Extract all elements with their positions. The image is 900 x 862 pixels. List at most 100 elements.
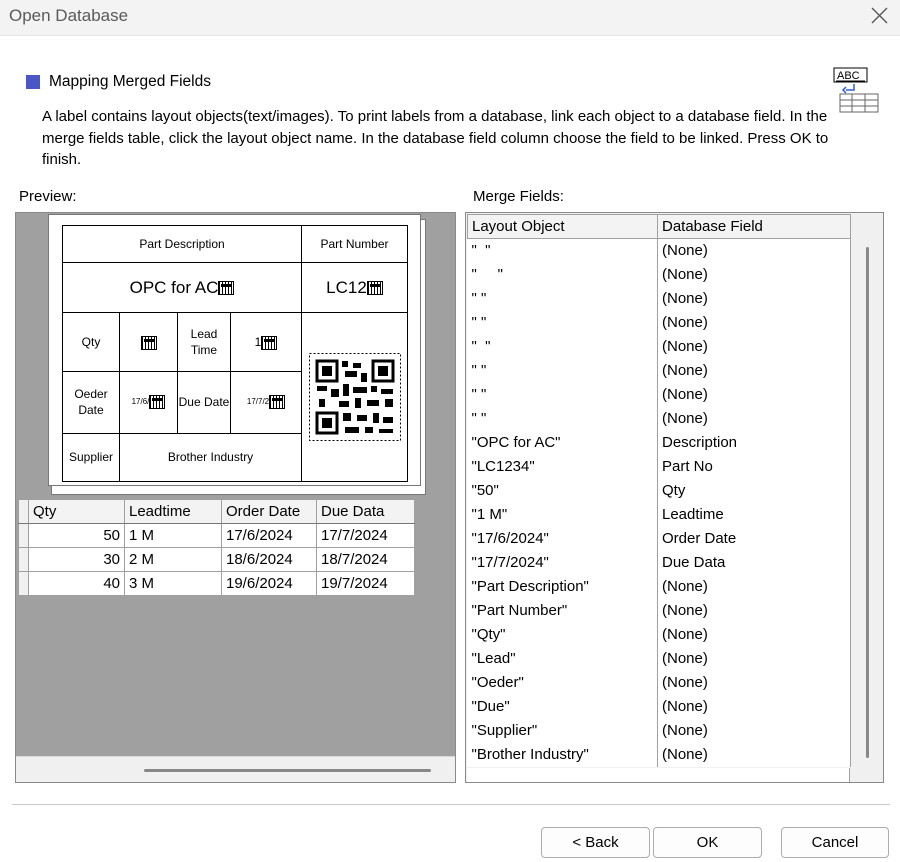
- close-icon[interactable]: [864, 2, 894, 32]
- grid-cell[interactable]: 30: [28, 547, 125, 572]
- database-field-cell[interactable]: (None): [657, 334, 851, 359]
- merge-field-row[interactable]: "Part Number" (None): [467, 598, 851, 623]
- ok-button[interactable]: OK: [653, 827, 762, 858]
- database-field-cell[interactable]: (None): [657, 646, 851, 671]
- grid-cell[interactable]: 2 M: [124, 547, 222, 572]
- database-field-cell[interactable]: Part No: [657, 454, 851, 479]
- layout-object-cell[interactable]: " ": [467, 358, 658, 383]
- merge-field-row[interactable]: " " (None): [467, 238, 851, 263]
- horizontal-scrollbar[interactable]: [16, 756, 455, 782]
- layout-object-cell[interactable]: " ": [467, 262, 658, 287]
- database-field-cell[interactable]: (None): [657, 406, 851, 431]
- merge-field-row[interactable]: " " (None): [467, 286, 851, 311]
- database-field-cell[interactable]: (None): [657, 262, 851, 287]
- database-field-cell[interactable]: Description: [657, 430, 851, 455]
- grid-row[interactable]: 40 3 M 19/6/2024 19/7/2024: [18, 571, 415, 596]
- grid-header-qty[interactable]: Qty: [28, 499, 125, 524]
- grid-cell[interactable]: 19/6/2024: [221, 571, 317, 596]
- grid-cell[interactable]: 1 M: [124, 523, 222, 548]
- merge-field-row[interactable]: " " (None): [467, 358, 851, 383]
- grid-cell[interactable]: 18/6/2024: [221, 547, 317, 572]
- merge-field-row[interactable]: "Due" (None): [467, 694, 851, 719]
- grid-cell[interactable]: 17/7/2024: [316, 523, 415, 548]
- database-field-cell[interactable]: Order Date: [657, 526, 851, 551]
- row-header[interactable]: [18, 547, 29, 572]
- scrollbar-thumb[interactable]: [866, 247, 869, 758]
- merge-field-row[interactable]: " " (None): [467, 406, 851, 431]
- merge-field-row[interactable]: " " (None): [467, 310, 851, 335]
- header-database-field[interactable]: Database Field: [657, 214, 851, 239]
- grid-row[interactable]: 30 2 M 18/6/2024 18/7/2024: [18, 547, 415, 572]
- layout-object-cell[interactable]: " ": [467, 286, 658, 311]
- merge-field-row[interactable]: "Lead" (None): [467, 646, 851, 671]
- grid-header-due-data[interactable]: Due Data: [316, 499, 415, 524]
- grid-cell[interactable]: 40: [28, 571, 125, 596]
- database-field-cell[interactable]: (None): [657, 574, 851, 599]
- abc-table-icon: ABC: [833, 67, 879, 113]
- layout-object-cell[interactable]: "17/6/2024": [467, 526, 658, 551]
- database-field-cell[interactable]: (None): [657, 670, 851, 695]
- layout-object-cell[interactable]: "Due": [467, 694, 658, 719]
- grid-header-leadtime[interactable]: Leadtime: [124, 499, 222, 524]
- database-field-cell[interactable]: (None): [657, 238, 851, 263]
- layout-object-cell[interactable]: "OPC for AC": [467, 430, 658, 455]
- back-button[interactable]: < Back: [541, 827, 650, 858]
- layout-object-cell[interactable]: "LC1234": [467, 454, 658, 479]
- grid-cell[interactable]: 19/7/2024: [316, 571, 415, 596]
- merge-field-row[interactable]: "Part Description" (None): [467, 574, 851, 599]
- merge-field-row[interactable]: "50" Qty: [467, 478, 851, 503]
- layout-object-cell[interactable]: "Oeder": [467, 670, 658, 695]
- database-field-cell[interactable]: (None): [657, 310, 851, 335]
- header-layout-object[interactable]: Layout Object: [467, 214, 658, 239]
- grid-header-order-date[interactable]: Order Date: [221, 499, 317, 524]
- merge-field-row[interactable]: "1 M" Leadtime: [467, 502, 851, 527]
- row-header[interactable]: [18, 571, 29, 596]
- database-field-cell[interactable]: (None): [657, 286, 851, 311]
- layout-object-cell[interactable]: "Brother Industry": [467, 742, 658, 767]
- merge-field-row[interactable]: "Oeder" (None): [467, 670, 851, 695]
- database-field-cell[interactable]: (None): [657, 358, 851, 383]
- database-field-cell[interactable]: (None): [657, 598, 851, 623]
- merge-field-row[interactable]: "Supplier" (None): [467, 718, 851, 743]
- grid-cell[interactable]: 17/6/2024: [221, 523, 317, 548]
- layout-object-cell[interactable]: " ": [467, 382, 658, 407]
- layout-object-cell[interactable]: " ": [467, 406, 658, 431]
- layout-object-cell[interactable]: " ": [467, 334, 658, 359]
- merge-field-row[interactable]: "Brother Industry" (None): [467, 742, 851, 767]
- layout-object-cell[interactable]: "Supplier": [467, 718, 658, 743]
- layout-object-cell[interactable]: "17/7/2024": [467, 550, 658, 575]
- database-field-cell[interactable]: (None): [657, 382, 851, 407]
- merge-field-row[interactable]: "17/6/2024" Order Date: [467, 526, 851, 551]
- merge-field-row[interactable]: " " (None): [467, 262, 851, 287]
- database-field-cell[interactable]: Qty: [657, 478, 851, 503]
- database-field-cell[interactable]: (None): [657, 622, 851, 647]
- row-header[interactable]: [18, 523, 29, 548]
- merge-field-row[interactable]: "17/7/2024" Due Data: [467, 550, 851, 575]
- layout-object-cell[interactable]: " ": [467, 238, 658, 263]
- label-layout-table: Part Description Part Number OPC for AC …: [62, 224, 408, 483]
- database-field-cell[interactable]: (None): [657, 718, 851, 743]
- merge-field-row[interactable]: "OPC for AC" Description: [467, 430, 851, 455]
- layout-object-cell[interactable]: "Qty": [467, 622, 658, 647]
- merge-field-row[interactable]: " " (None): [467, 334, 851, 359]
- layout-object-cell[interactable]: " ": [467, 310, 658, 335]
- grid-cell[interactable]: 18/7/2024: [316, 547, 415, 572]
- layout-object-cell[interactable]: "1 M": [467, 502, 658, 527]
- vertical-scrollbar[interactable]: [852, 214, 883, 782]
- cancel-button[interactable]: Cancel: [781, 827, 889, 858]
- merge-field-row[interactable]: "Qty" (None): [467, 622, 851, 647]
- grid-cell[interactable]: 50: [28, 523, 125, 548]
- database-field-cell[interactable]: (None): [657, 694, 851, 719]
- grid-row[interactable]: 50 1 M 17/6/2024 17/7/2024: [18, 523, 415, 548]
- database-field-cell[interactable]: Leadtime: [657, 502, 851, 527]
- merge-field-row[interactable]: "LC1234" Part No: [467, 454, 851, 479]
- merge-field-row[interactable]: " " (None): [467, 382, 851, 407]
- database-field-cell[interactable]: (None): [657, 742, 851, 767]
- layout-object-cell[interactable]: "50": [467, 478, 658, 503]
- grid-cell[interactable]: 3 M: [124, 571, 222, 596]
- layout-object-cell[interactable]: "Lead": [467, 646, 658, 671]
- scrollbar-thumb[interactable]: [144, 769, 431, 772]
- layout-object-cell[interactable]: "Part Number": [467, 598, 658, 623]
- layout-object-cell[interactable]: "Part Description": [467, 574, 658, 599]
- database-field-cell[interactable]: Due Data: [657, 550, 851, 575]
